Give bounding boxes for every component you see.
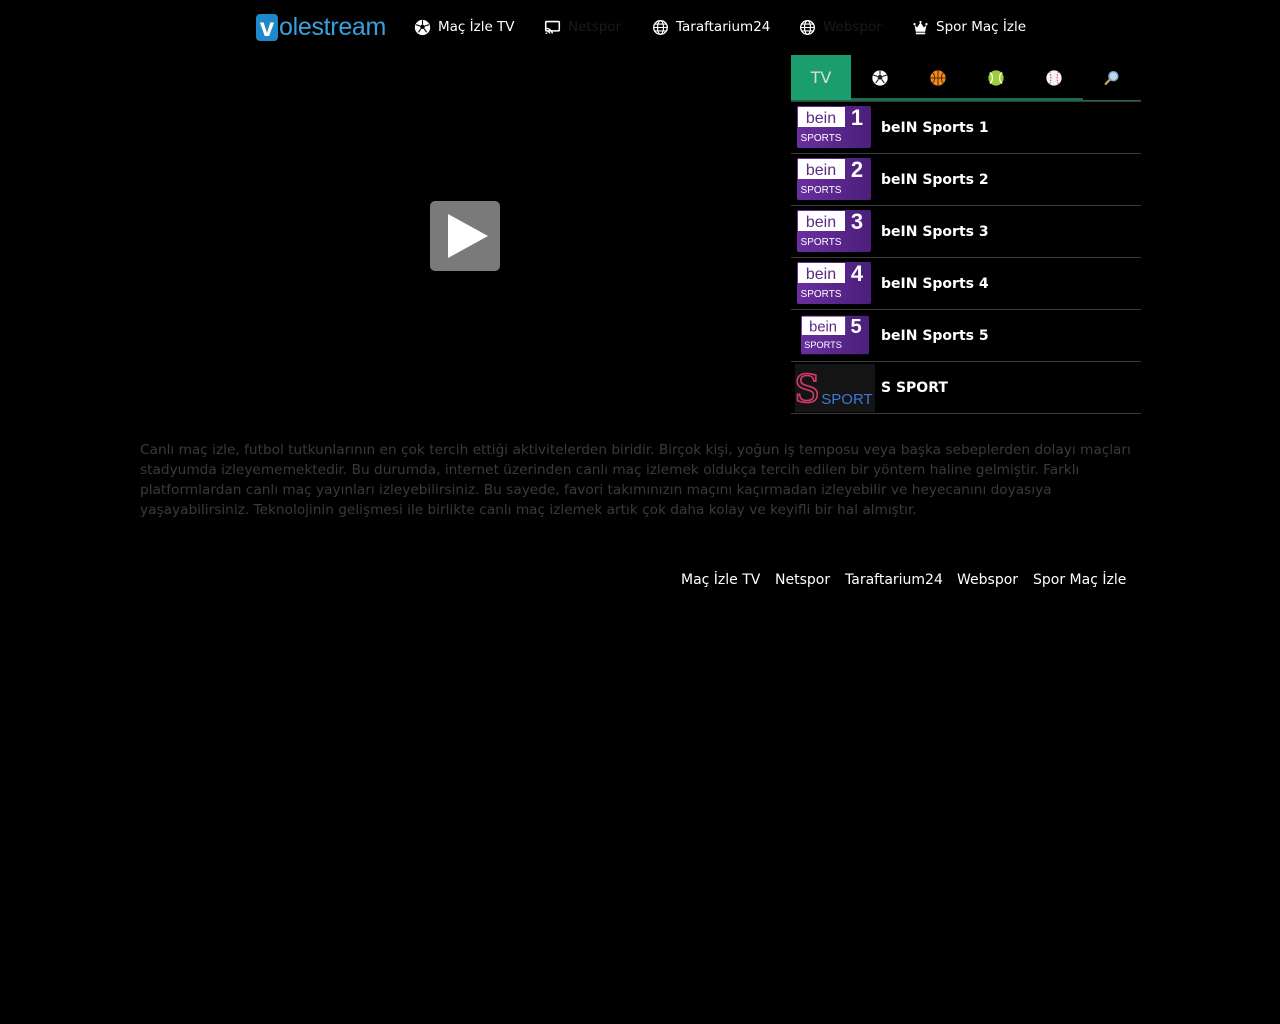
nav-item-taraftarium24[interactable]: Taraftarium24: [652, 14, 770, 40]
channel-name: beIN Sports 3: [881, 223, 989, 240]
nav-item-netspor[interactable]: Netspor: [544, 14, 621, 40]
bein-number: 2: [851, 158, 863, 182]
channel-item-bein-sports-5[interactable]: bein 5 SPORTS beIN Sports 5: [791, 310, 1141, 362]
logo-mark: v: [256, 13, 278, 41]
bein-number: 1: [851, 106, 863, 130]
globe-icon: [800, 19, 815, 35]
bein-word: bein: [806, 110, 836, 127]
s-sport-word: SPORT: [821, 391, 872, 408]
footer-link-spor-mac-izle[interactable]: Spor Maç İzle: [1033, 572, 1126, 588]
tab-basketball[interactable]: [909, 55, 967, 100]
channel-sidebar: TV bein 1 SPORTS beIN Sports 1 bein 2 SP…: [791, 55, 1141, 420]
soccer-ball-icon: [872, 69, 888, 86]
nav-item-mac-izle-tv[interactable]: Maç İzle TV: [414, 14, 515, 40]
bein-sports-logo: bein 4 SPORTS: [797, 261, 871, 304]
search-icon: [1104, 70, 1119, 85]
s-sport-mark: S: [795, 367, 820, 411]
tab-football[interactable]: [851, 55, 909, 100]
tab-tennis[interactable]: [967, 55, 1025, 100]
tab-tv[interactable]: TV: [791, 55, 851, 100]
nav-label: Taraftarium24: [676, 19, 771, 35]
channel-logo: bein 5 SPORTS: [795, 312, 875, 360]
video-player[interactable]: [140, 54, 790, 420]
channel-item-partial[interactable]: [791, 414, 1141, 420]
baseball-icon: [1046, 69, 1062, 86]
channel-name: S SPORT: [881, 379, 948, 396]
category-tabs: TV: [791, 55, 1141, 101]
nav-label: Netspor: [568, 19, 622, 35]
bein-sub: SPORTS: [801, 185, 842, 196]
crown-icon: [913, 20, 928, 34]
channel-logo: bein 3 SPORTS: [795, 208, 875, 256]
bein-sub: SPORTS: [804, 339, 842, 349]
channel-item-bein-sports-3[interactable]: bein 3 SPORTS beIN Sports 3: [791, 206, 1141, 258]
channel-logo: S SPORT: [793, 363, 875, 412]
channel-item-bein-sports-1[interactable]: bein 1 SPORTS beIN Sports 1: [791, 101, 1141, 154]
bein-sports-logo: bein 3 SPORTS: [797, 209, 871, 252]
bein-number: 5: [851, 316, 862, 338]
bein-number: 3: [851, 210, 863, 234]
tab-baseball[interactable]: [1025, 55, 1083, 100]
channel-logo: bein 4 SPORTS: [795, 260, 875, 308]
channel-name: beIN Sports 1: [881, 119, 989, 136]
bein-number: 4: [851, 262, 864, 286]
basketball-icon: [930, 69, 946, 86]
bein-sports-logo: bein 1 SPORTS: [797, 105, 871, 148]
tab-underline: [851, 98, 1083, 100]
site-logo[interactable]: v olestream: [256, 13, 386, 41]
footer-link-taraftarium24[interactable]: Taraftarium24: [845, 572, 943, 588]
nav-label: Webspor: [823, 19, 882, 35]
logo-wordmark: olestream: [279, 12, 387, 41]
footer-link-netspor[interactable]: Netspor: [775, 572, 830, 588]
play-icon: [448, 214, 488, 258]
channel-item-bein-sports-2[interactable]: bein 2 SPORTS beIN Sports 2: [791, 154, 1141, 206]
channel-name: beIN Sports 4: [881, 275, 989, 292]
bein-word: bein: [806, 214, 836, 231]
tab-label: TV: [810, 68, 832, 87]
nav-item-webspor[interactable]: Webspor: [799, 14, 882, 40]
bein-sports-logo: bein 2 SPORTS: [797, 157, 871, 200]
tennis-ball-icon: [988, 69, 1004, 86]
bein-word: bein: [809, 319, 837, 335]
nav-label: Maç İzle TV: [438, 19, 515, 35]
channel-item-bein-sports-4[interactable]: bein 4 SPORTS beIN Sports 4: [791, 258, 1141, 310]
bein-word: bein: [806, 162, 836, 179]
channel-logo: bein 1 SPORTS: [795, 104, 875, 152]
s-sport-logo: S SPORT: [793, 363, 875, 412]
bein-sports-logo: bein 5 SPORTS: [801, 315, 869, 354]
bein-sub: SPORTS: [801, 133, 842, 144]
nav-label: Spor Maç İzle: [936, 19, 1026, 35]
footer-links: Maç İzle TV Netspor Taraftarium24 Webspo…: [0, 572, 1280, 592]
channel-item-s-sport[interactable]: S SPORT S SPORT: [791, 362, 1141, 414]
tab-search[interactable]: [1083, 55, 1141, 100]
footer-link-webspor[interactable]: Webspor: [957, 572, 1018, 588]
cast-icon: [544, 20, 561, 34]
nav-item-spor-mac-izle[interactable]: Spor Maç İzle: [912, 14, 1026, 40]
seo-description: Canlı maç izle, futbol tutkunlarının en …: [140, 442, 1131, 518]
soccer-ball-icon: [414, 19, 431, 35]
channel-name: beIN Sports 2: [881, 171, 989, 188]
site-header: v olestream Maç İzle TV Netspor Taraftar…: [0, 0, 1280, 54]
bein-sub: SPORTS: [801, 237, 842, 248]
channel-logo: bein 2 SPORTS: [795, 156, 875, 204]
channel-name: beIN Sports 5: [881, 327, 989, 344]
footer-link-mac-izle-tv[interactable]: Maç İzle TV: [681, 572, 760, 588]
channel-list: bein 1 SPORTS beIN Sports 1 bein 2 SPORT…: [791, 101, 1141, 420]
play-button[interactable]: [430, 201, 500, 271]
bein-sub: SPORTS: [801, 289, 842, 300]
globe-icon: [653, 19, 668, 35]
bein-word: bein: [806, 266, 836, 283]
